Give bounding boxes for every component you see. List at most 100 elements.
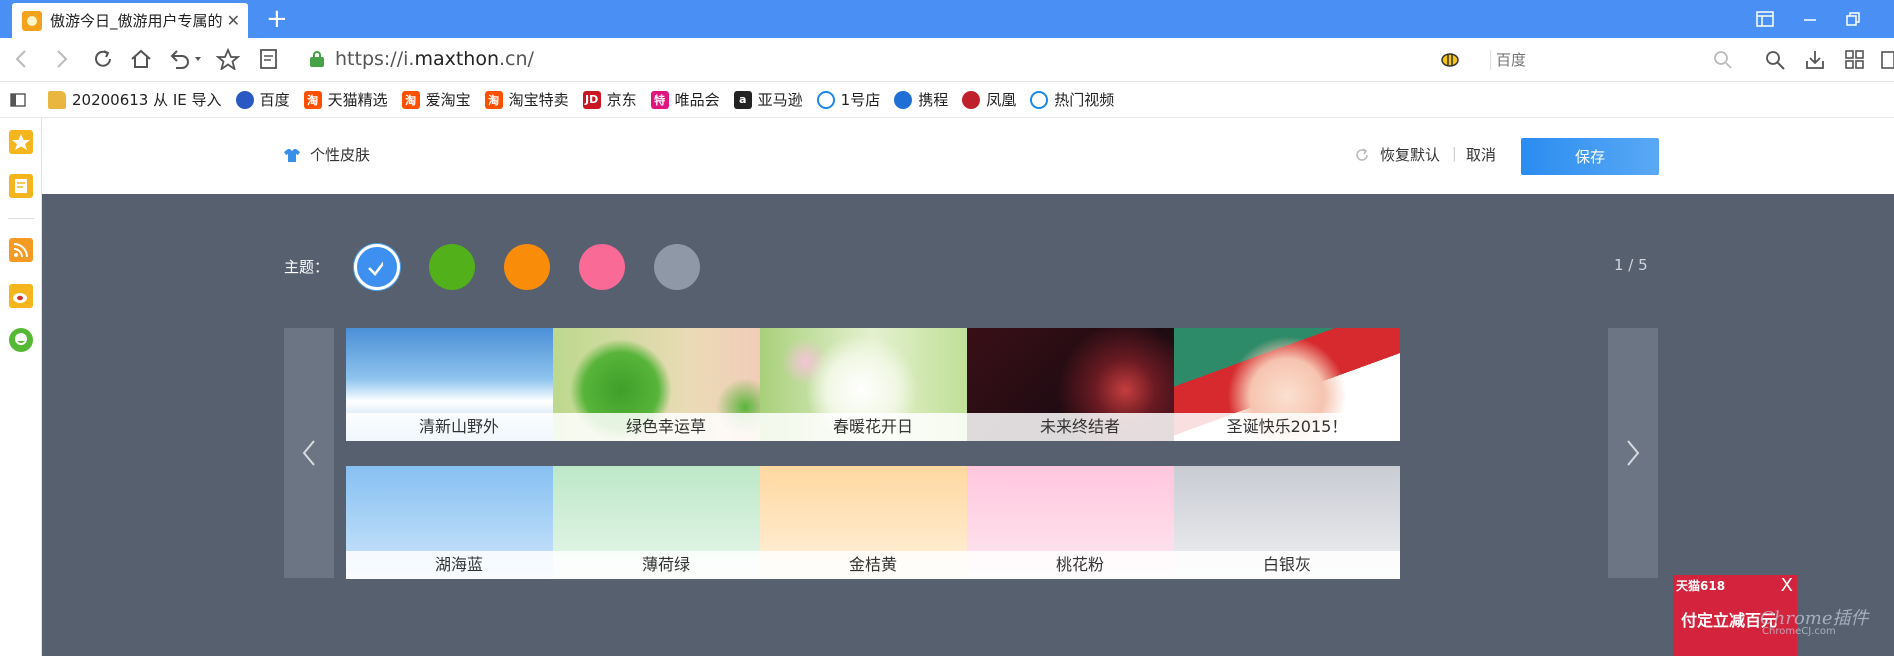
restore-icon <box>1356 147 1368 161</box>
taobao-icon: 淘 <box>401 90 420 109</box>
skin-thumbnail[interactable]: 春暖花开日 <box>760 328 986 441</box>
skin-thumbnail[interactable]: 未来终结者 <box>967 328 1193 441</box>
download-icon[interactable] <box>1804 49 1826 71</box>
skin-label: 圣诞快乐2015！ <box>1174 413 1400 441</box>
ie-icon <box>816 90 835 109</box>
bookmark-label: 京东 <box>606 91 637 109</box>
watermark-url: ChromeCJ.com <box>1762 626 1836 637</box>
bookmark-item[interactable]: 淘淘宝特卖 <box>484 89 569 110</box>
ie-icon <box>1030 90 1049 109</box>
theme-label: 主题： <box>284 258 330 276</box>
skin-thumbnail[interactable]: 湖海蓝 <box>346 466 572 579</box>
left-sidebar <box>0 118 42 656</box>
skin-title-text: 个性皮肤 <box>310 146 371 164</box>
home-icon[interactable] <box>130 48 152 70</box>
weibo-icon[interactable] <box>9 284 33 308</box>
bookmark-item[interactable]: 淘爱淘宝 <box>401 89 471 110</box>
smiley-app-icon[interactable] <box>9 328 33 352</box>
bookmark-item[interactable]: 携程 <box>894 89 948 110</box>
bookmark-label: 1号店 <box>840 91 881 109</box>
cancel-button[interactable]: 取消 <box>1466 144 1496 165</box>
notes-icon[interactable] <box>258 48 280 70</box>
save-button[interactable]: 保存 <box>1521 138 1659 175</box>
skin-thumbnail[interactable]: 金桔黄 <box>760 466 986 579</box>
ad-close-button[interactable]: X <box>1781 575 1793 596</box>
undo-icon[interactable] <box>168 48 202 70</box>
skin-title: 个性皮肤 <box>284 144 370 165</box>
ctrip-icon <box>894 90 913 109</box>
skin-thumbnail[interactable]: 薄荷绿 <box>553 466 779 579</box>
jd-icon: JD <box>582 90 601 109</box>
skin-thumbnail[interactable]: 绿色幸运草 <box>553 328 779 441</box>
menu-icon[interactable] <box>1880 49 1894 71</box>
minimize-icon[interactable] <box>1802 11 1818 27</box>
favorites-star-icon[interactable] <box>9 130 33 154</box>
notes-sidebar-icon[interactable] <box>9 174 33 198</box>
favorite-star-icon[interactable] <box>216 48 240 70</box>
apps-grid-icon[interactable] <box>1844 49 1866 71</box>
skin-label: 薄荷绿 <box>553 551 779 579</box>
skin-label: 清新山野外 <box>346 413 572 441</box>
bookmark-item[interactable]: 热门视频 <box>1030 89 1114 110</box>
bookmark-label: 爱淘宝 <box>425 91 471 109</box>
back-icon[interactable] <box>13 48 29 70</box>
refresh-icon[interactable] <box>92 48 114 70</box>
bookmark-item[interactable]: JD 京东 <box>582 89 637 110</box>
bookmark-item[interactable]: 凤凰 <box>962 89 1016 110</box>
bookmark-item[interactable]: 特唯品会 <box>650 89 720 110</box>
skin-settings-page: 个性皮肤 恢复默认 | 取消 保存 主题： 1 / 5 清新山野外 绿色幸运草 春暖… <box>42 118 1894 656</box>
bookmark-label: 携程 <box>918 91 949 109</box>
skin-thumbnail[interactable]: 桃花粉 <box>967 466 1193 579</box>
amazon-icon: a <box>733 90 752 109</box>
browser-tab[interactable]: 傲游今日_傲游用户专属的 ✕ <box>12 3 248 38</box>
search-icon[interactable] <box>1713 50 1733 70</box>
bookmark-label: 热门视频 <box>1054 91 1115 109</box>
restore-default-button[interactable]: 恢复默认 <box>1354 144 1440 165</box>
theme-color-option[interactable] <box>504 244 550 290</box>
bookmark-item[interactable]: 百度 <box>235 89 290 110</box>
address-bar[interactable]: https://i.maxthon.cn/ <box>335 48 534 70</box>
skin-thumbnail[interactable]: 清新山野外 <box>346 328 572 441</box>
forward-icon[interactable] <box>54 48 70 70</box>
restore-window-icon[interactable] <box>1845 11 1861 27</box>
skin-thumbnail[interactable]: 白银灰 <box>1174 466 1400 579</box>
chevron-left-icon <box>302 440 315 466</box>
tab-close-icon[interactable]: ✕ <box>227 11 240 30</box>
secure-lock-icon <box>310 51 324 67</box>
checkmark-icon <box>368 261 383 276</box>
theme-color-option[interactable] <box>654 244 700 290</box>
previous-page-button[interactable] <box>284 328 334 578</box>
bookmark-item[interactable]: a 亚马逊 <box>733 89 803 110</box>
skin-label: 绿色幸运草 <box>553 413 779 441</box>
theme-color-option[interactable] <box>429 244 475 290</box>
sidebar-toggle-icon[interactable] <box>10 92 26 107</box>
shirt-icon <box>284 148 300 162</box>
separator: | <box>1452 146 1457 162</box>
layout-icon[interactable] <box>1756 11 1774 27</box>
url-prefix: https://i. <box>335 48 415 70</box>
bookmark-item[interactable]: 淘天猫精选 <box>303 89 388 110</box>
bookmark-label: 天猫精选 <box>327 91 388 109</box>
next-page-button[interactable] <box>1608 328 1658 578</box>
sniffer-icon[interactable] <box>1764 49 1786 71</box>
skin-label: 湖海蓝 <box>346 551 572 579</box>
skin-thumbnail[interactable]: 圣诞快乐2015！ <box>1174 328 1400 441</box>
theme-color-option[interactable] <box>579 244 625 290</box>
title-bar: 傲游今日_傲游用户专属的 ✕ + <box>0 0 1894 38</box>
skin-label: 桃花粉 <box>967 551 1193 579</box>
url-suffix: .cn/ <box>499 48 534 70</box>
search-input[interactable] <box>1496 46 1736 74</box>
restore-label: 恢复默认 <box>1380 146 1441 164</box>
bookmark-item[interactable]: 20200613 从 IE 导入 <box>48 89 222 110</box>
theme-color-option[interactable] <box>354 244 400 290</box>
page-indicator: 1 / 5 <box>1614 256 1648 274</box>
bookmark-label: 凤凰 <box>986 91 1017 109</box>
bookmarks-bar: 20200613 从 IE 导入 百度淘天猫精选淘爱淘宝淘淘宝特卖 JD 京东特唯品会… <box>0 82 1894 118</box>
bookmark-item[interactable]: 1号店 <box>816 89 881 110</box>
new-tab-button[interactable]: + <box>266 5 288 33</box>
baidu-icon <box>235 90 254 109</box>
taobao-icon: 淘 <box>303 90 322 109</box>
rss-icon[interactable] <box>9 238 33 262</box>
navigation-bar: https://i.maxthon.cn/ <box>0 38 1894 82</box>
search-engine-bee-icon[interactable] <box>1438 49 1464 69</box>
